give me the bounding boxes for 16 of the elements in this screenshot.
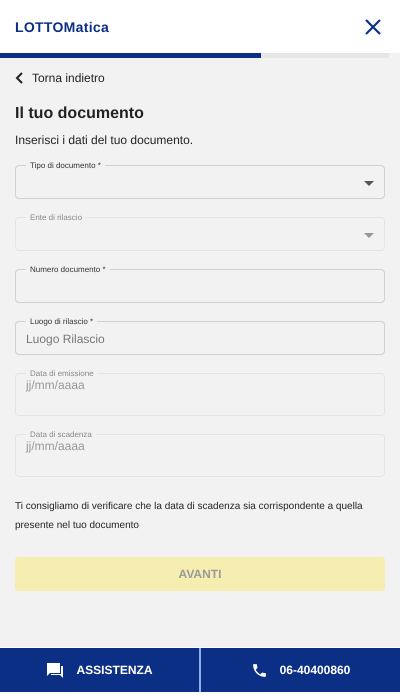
caret-icon: [364, 232, 374, 238]
info-text: Ti consigliamo di verificare che la data di scadenza sia corrispondente a quella presente nel tuo documento: [15, 500, 364, 533]
input-field[interactable]: Luogo di rilascio * Luogo Rilascio: [15, 317, 385, 355]
page-title: Il tuo documento: [15, 105, 145, 123]
chat-icon: [46, 662, 64, 678]
phone-icon: [250, 662, 268, 678]
caret-icon: [364, 180, 374, 186]
input-field[interactable]: Numero documento *: [15, 265, 385, 303]
logo: LOTTOMatica: [15, 18, 110, 34]
subtitle: Inserisci i dati del tuo documento.: [15, 133, 194, 147]
support-button[interactable]: ASSISTENZA: [0, 648, 199, 692]
select-field[interactable]: Tipo di documento *: [15, 161, 385, 199]
close-icon[interactable]: [365, 18, 381, 34]
back-link[interactable]: Torna indietro: [15, 71, 105, 85]
chevron-left-icon: [15, 72, 23, 84]
phone-button[interactable]: 06-40400860: [201, 648, 400, 692]
